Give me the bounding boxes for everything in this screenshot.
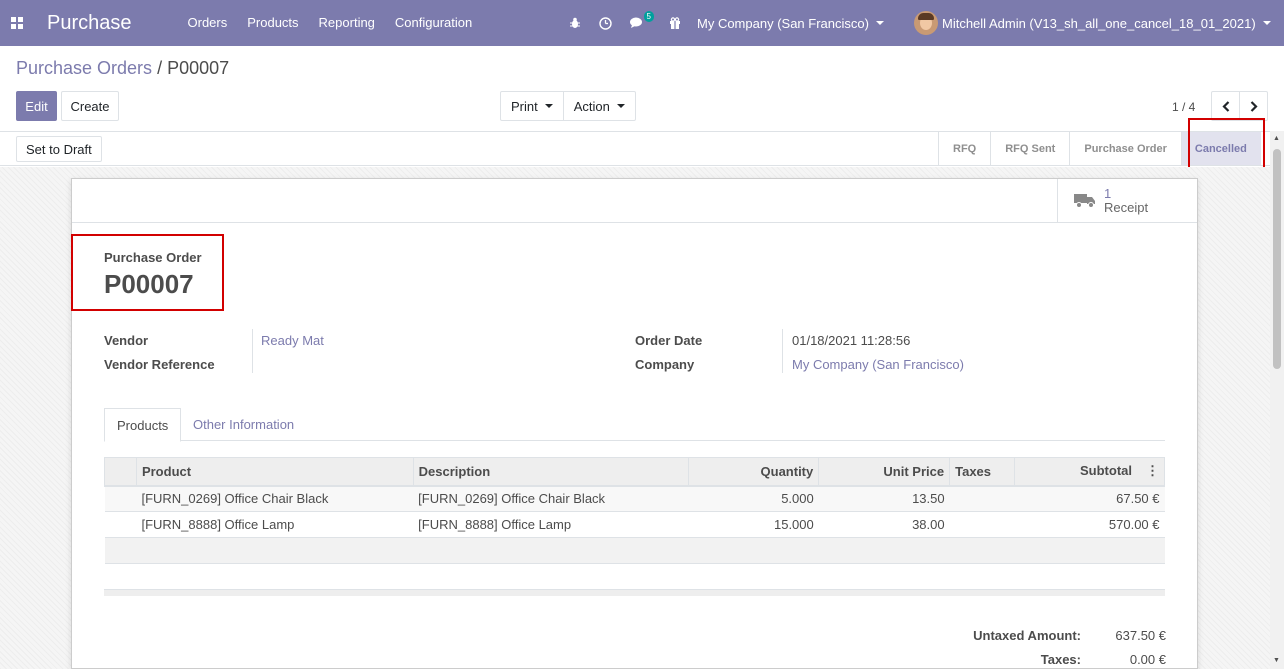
avatar <box>914 11 938 35</box>
bug-icon[interactable] <box>560 0 590 46</box>
row-description[interactable]: [FURN_8888] Office Lamp <box>413 511 689 538</box>
table-row[interactable]: [FURN_8888] Office Lamp [FURN_8888] Offi… <box>104 511 1165 538</box>
column-subtotal-header: Subtotal ⋮ <box>1014 457 1165 487</box>
app-name[interactable]: Purchase <box>47 12 132 35</box>
table-header-row: Product Description Quantity Unit Price … <box>104 457 1165 487</box>
column-subtotal[interactable]: Subtotal <box>1080 463 1132 478</box>
clock-icon[interactable] <box>590 0 621 46</box>
chevron-down-icon <box>544 104 553 108</box>
row-quantity[interactable]: 15.000 <box>688 511 819 538</box>
highlight-po-name <box>71 234 224 311</box>
menu-configuration[interactable]: Configuration <box>385 0 482 46</box>
breadcrumb-separator: / <box>152 58 168 78</box>
row-unit-price[interactable]: 38.00 <box>818 511 950 538</box>
row-quantity[interactable]: 5.000 <box>688 485 819 512</box>
vendor-value[interactable]: Ready Mat <box>261 333 324 348</box>
scrollbar[interactable]: ▲ ▼ <box>1270 131 1284 669</box>
company-name: My Company (San Francisco) <box>697 15 869 31</box>
receipt-label: Receipt <box>1104 200 1149 215</box>
scroll-up-icon[interactable]: ▲ <box>1273 135 1280 142</box>
action-label: Action <box>573 98 610 114</box>
tab-products[interactable]: Products <box>104 408 182 442</box>
column-description[interactable]: Description <box>412 457 690 487</box>
breadcrumb-current: P00007 <box>167 58 230 78</box>
breadcrumb-purchase-orders[interactable]: Purchase Orders <box>16 58 152 78</box>
systray: 5 My Company (San Francisco) <box>560 0 884 46</box>
receipt-smart-button[interactable]: 1 Receipt <box>1057 179 1197 223</box>
user-name: Mitchell Admin (V13_sh_all_one_cancel_18… <box>942 15 1256 31</box>
vendor-label: Vendor <box>104 333 149 348</box>
pager-previous-icon[interactable] <box>1212 92 1239 120</box>
top-navbar: Purchase Orders Products Reporting Confi… <box>0 0 1284 46</box>
column-taxes[interactable]: Taxes <box>949 457 1016 487</box>
menu-products[interactable]: Products <box>237 0 308 46</box>
field-divider <box>782 329 783 373</box>
print-label: Print <box>511 98 538 114</box>
untaxed-amount-value: 637.50 € <box>1115 628 1166 643</box>
table-footer <box>104 589 1165 596</box>
empty-row <box>104 537 1165 564</box>
pager-next-icon[interactable] <box>1239 92 1267 120</box>
stage-rfq-sent[interactable]: RFQ Sent <box>990 132 1069 165</box>
order-date-value[interactable]: 01/18/2021 11:28:56 <box>792 333 910 348</box>
gift-icon[interactable] <box>660 0 690 46</box>
row-subtotal: 570.00 € <box>1014 511 1165 538</box>
taxes-value: 0.00 € <box>1129 652 1166 667</box>
row-handle <box>104 485 137 512</box>
menu-reporting[interactable]: Reporting <box>309 0 385 46</box>
untaxed-amount-label: Untaxed Amount: <box>973 628 1081 643</box>
menu-orders[interactable]: Orders <box>178 0 238 46</box>
stage-rfq[interactable]: RFQ <box>938 132 990 165</box>
column-product[interactable]: Product <box>135 457 414 487</box>
scrollbar-thumb[interactable] <box>1273 149 1281 369</box>
stage-purchase-order[interactable]: Purchase Order <box>1069 132 1181 165</box>
company-value[interactable]: My Company (San Francisco) <box>792 357 964 372</box>
form-statusbar: Set to Draft RFQ RFQ Sent Purchase Order… <box>0 131 1284 166</box>
create-button[interactable]: Create <box>61 91 119 121</box>
taxes-label: Taxes: <box>1040 652 1081 667</box>
field-divider <box>252 329 253 373</box>
row-taxes[interactable] <box>949 485 1015 512</box>
row-product[interactable]: [FURN_8888] Office Lamp <box>136 511 414 538</box>
column-options-icon[interactable]: ⋮ <box>1146 463 1159 479</box>
row-description[interactable]: [FURN_0269] Office Chair Black <box>413 485 689 512</box>
row-unit-price[interactable]: 13.50 <box>818 485 950 512</box>
tab-other-information[interactable]: Other Information <box>181 408 306 441</box>
row-taxes[interactable] <box>949 511 1015 538</box>
chevron-down-icon <box>875 21 884 25</box>
handle-column-header <box>104 457 137 487</box>
toolbar-dropdowns: Print Action <box>500 91 636 121</box>
column-quantity[interactable]: Quantity <box>688 457 820 487</box>
pager-buttons <box>1211 91 1268 121</box>
receipt-count: 1 <box>1104 186 1112 201</box>
set-to-draft-button[interactable]: Set to Draft <box>16 136 102 162</box>
order-lines-table: Product Description Quantity Unit Price … <box>104 457 1165 590</box>
row-subtotal: 67.50 € <box>1014 485 1165 512</box>
notebook-tabs: Products Other Information <box>104 408 1165 442</box>
row-product[interactable]: [FURN_0269] Office Chair Black <box>136 485 414 512</box>
action-dropdown[interactable]: Action <box>562 92 635 120</box>
main-menu: Orders Products Reporting Configuration <box>178 0 483 46</box>
chat-icon[interactable]: 5 <box>621 0 654 46</box>
company-label: Company <box>635 357 695 372</box>
user-menu[interactable]: Mitchell Admin (V13_sh_all_one_cancel_18… <box>914 0 1271 46</box>
empty-row <box>104 563 1165 590</box>
chevron-down-icon <box>616 104 625 108</box>
pager-value[interactable]: 1 / 4 <box>1172 100 1195 114</box>
breadcrumb: Purchase Orders / P00007 <box>16 58 229 79</box>
column-unit-price[interactable]: Unit Price <box>818 457 951 487</box>
vendor-reference-label: Vendor Reference <box>104 357 215 372</box>
chevron-down-icon <box>1262 21 1271 25</box>
order-date-label: Order Date <box>635 333 703 348</box>
edit-button[interactable]: Edit <box>16 91 57 121</box>
smart-button-box: 1 Receipt <box>72 179 1197 223</box>
truck-icon <box>1074 192 1096 211</box>
messages-badge: 5 <box>643 11 654 22</box>
apps-icon[interactable] <box>0 0 34 46</box>
table-row[interactable]: [FURN_0269] Office Chair Black [FURN_026… <box>104 485 1165 512</box>
scroll-down-icon[interactable]: ▼ <box>1273 657 1280 664</box>
row-handle <box>104 511 137 538</box>
print-dropdown[interactable]: Print <box>501 92 563 120</box>
company-switcher[interactable]: My Company (San Francisco) <box>697 16 884 31</box>
